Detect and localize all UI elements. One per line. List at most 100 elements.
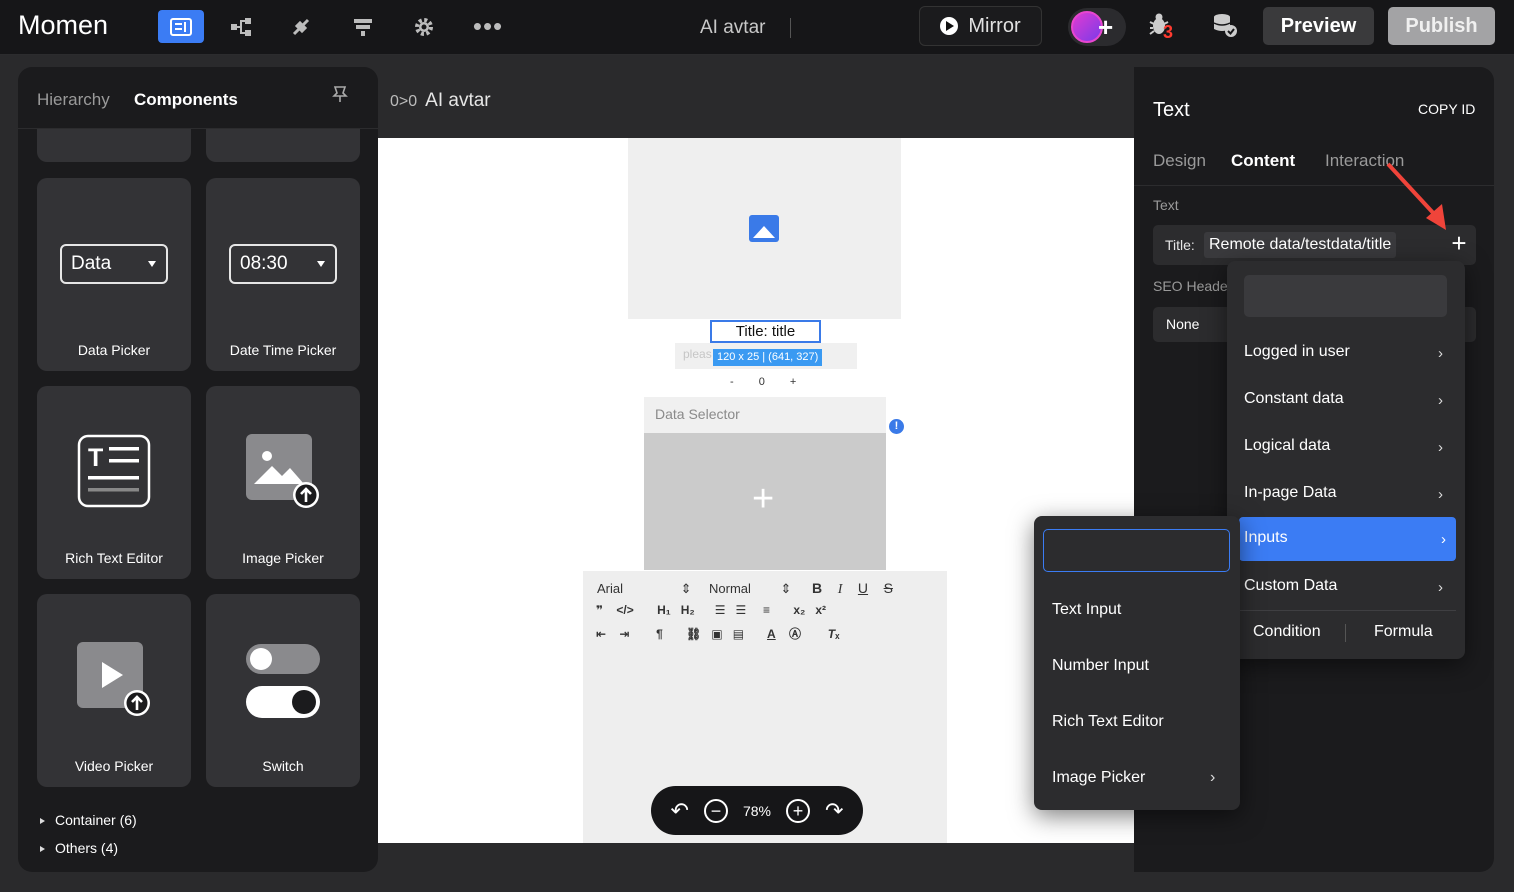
code-icon[interactable]: </> xyxy=(616,603,633,617)
layers-icon[interactable] xyxy=(340,10,386,43)
plus-icon: + xyxy=(752,478,775,520)
stepper-plus[interactable]: + xyxy=(790,376,796,388)
panel-tabs: Hierarchy Components xyxy=(18,67,378,129)
switch-icon xyxy=(246,644,320,718)
video-icon[interactable]: ▤ xyxy=(733,627,744,641)
settings-icon[interactable] xyxy=(401,10,447,43)
selected-title-text[interactable]: Title: title xyxy=(710,320,821,343)
tab-components[interactable]: Components xyxy=(134,90,238,110)
rte-toolbar-row-3: ⇤ ⇥ ¶ ⛓ ▣ ▤ A Ⓐ Tₓ xyxy=(596,625,839,642)
title-binding-chip[interactable]: Remote data/testdata/title xyxy=(1204,232,1397,258)
font-select[interactable]: Arial ⇕ xyxy=(597,581,692,597)
superscript-icon[interactable]: x² xyxy=(815,603,826,617)
play-icon xyxy=(940,17,959,35)
image-component[interactable] xyxy=(628,138,901,319)
quote-icon[interactable]: ❞ xyxy=(596,603,603,617)
subscript-icon[interactable]: x₂ xyxy=(793,603,805,617)
strikethrough-icon[interactable]: S xyxy=(884,580,893,596)
database-check-icon[interactable] xyxy=(1212,12,1238,44)
rtl-icon[interactable]: ¶ xyxy=(656,627,663,641)
info-icon[interactable]: ! xyxy=(889,419,904,434)
tab-hierarchy[interactable]: Hierarchy xyxy=(37,90,110,110)
share-tree-icon[interactable] xyxy=(218,10,264,43)
formula-button[interactable]: Formula xyxy=(1374,623,1433,641)
caret-right-icon xyxy=(40,846,45,853)
rich-text-icon: T xyxy=(77,434,151,508)
link-icon[interactable]: ⛓ xyxy=(686,627,701,641)
size-select[interactable]: Normal ⇕ xyxy=(709,581,791,597)
image-upload-icon xyxy=(246,434,320,508)
chevron-right-icon: › xyxy=(1438,486,1443,503)
italic-icon[interactable]: I xyxy=(838,582,843,597)
outdent-icon[interactable]: ⇤ xyxy=(596,627,606,641)
plugin-icon[interactable] xyxy=(278,10,324,43)
component-card-partial[interactable] xyxy=(206,129,360,162)
momen-logo[interactable]: Momen xyxy=(18,8,108,42)
copy-id-button[interactable]: COPY ID xyxy=(1418,101,1475,117)
font-select-value: Arial xyxy=(597,581,624,596)
component-label: Date Time Picker xyxy=(229,342,337,358)
undo-icon[interactable]: ↶ xyxy=(671,798,689,824)
data-selector-component[interactable]: Data Selector xyxy=(644,397,886,433)
document-title[interactable]: AI avtar xyxy=(700,17,765,39)
tab-content[interactable]: Content xyxy=(1231,151,1295,171)
design-canvas[interactable]: pleas Title: title 120 x 25 | (641, 327)… xyxy=(378,138,1134,843)
indent-icon[interactable]: ⇥ xyxy=(619,627,629,641)
caret-right-icon xyxy=(40,818,45,825)
component-date-time-picker[interactable]: 08:30 Date Time Picker xyxy=(206,178,360,371)
component-image-picker[interactable]: Image Picker xyxy=(206,386,360,579)
component-card-partial[interactable] xyxy=(37,129,191,162)
zoom-out-icon[interactable]: − xyxy=(703,798,728,823)
components-panel: Hierarchy Components Data Data Picker 08… xyxy=(18,67,378,872)
bold-icon[interactable]: B xyxy=(812,580,822,596)
heading2-icon[interactable]: H₂ xyxy=(681,603,695,617)
add-collaborator-icon[interactable]: + xyxy=(1098,12,1113,43)
component-video-picker[interactable]: Video Picker xyxy=(37,594,191,787)
menu-item-inputs[interactable]: Inputs › xyxy=(1239,517,1456,561)
menu-item-logged-in-user[interactable]: Logged in user › xyxy=(1227,331,1465,375)
preview-button[interactable]: Preview xyxy=(1263,7,1374,45)
submenu-item-text-input[interactable]: Text Input xyxy=(1052,601,1121,619)
zoom-in-icon[interactable]: + xyxy=(786,798,811,823)
menu-item-in-page-data[interactable]: In-page Data › xyxy=(1227,472,1465,516)
menu-item-constant-data[interactable]: Constant data › xyxy=(1227,378,1465,422)
menu-item-custom-data[interactable]: Custom Data › xyxy=(1227,565,1465,609)
pin-icon[interactable] xyxy=(332,85,348,108)
data-picker-preview: Data xyxy=(60,244,168,284)
updown-icon: ⇕ xyxy=(780,581,792,596)
submenu-item-image-picker[interactable]: Image Picker xyxy=(1052,769,1145,787)
mirror-button[interactable]: Mirror xyxy=(919,6,1042,46)
chevron-right-icon: › xyxy=(1441,531,1446,548)
image-icon[interactable]: ▣ xyxy=(711,627,722,641)
stepper-minus[interactable]: - xyxy=(730,376,734,388)
tree-group-container[interactable]: Container (6) xyxy=(40,812,137,828)
submenu-item-rich-text-editor[interactable]: Rich Text Editor xyxy=(1052,713,1164,731)
heading1-icon[interactable]: H₁ xyxy=(657,603,671,617)
menu-item-label: Logged in user xyxy=(1244,343,1350,360)
component-rich-text-editor[interactable]: T Rich Text Editor xyxy=(37,386,191,579)
menu-item-logical-data[interactable]: Logical data › xyxy=(1227,425,1465,469)
component-data-picker[interactable]: Data Data Picker xyxy=(37,178,191,371)
publish-button[interactable]: Publish xyxy=(1388,7,1495,45)
tree-group-others[interactable]: Others (4) xyxy=(40,840,118,856)
image-upload-area[interactable]: + xyxy=(644,433,886,570)
inputs-search-input[interactable] xyxy=(1043,529,1230,572)
text-color-icon[interactable]: A xyxy=(767,627,776,641)
clear-format-icon[interactable]: Tₓ xyxy=(828,627,840,641)
bullet-list-icon[interactable]: ☰ xyxy=(736,603,747,617)
align-icon[interactable]: ≡ xyxy=(763,603,770,617)
logo-text: Momen xyxy=(18,10,109,40)
add-binding-button[interactable]: + xyxy=(1446,230,1472,257)
more-icon[interactable]: ••• xyxy=(465,10,511,43)
ordered-list-icon[interactable]: ☰ xyxy=(715,603,726,617)
underline-icon[interactable]: U xyxy=(858,580,868,596)
data-source-search-input[interactable] xyxy=(1244,275,1447,317)
tab-design[interactable]: Design xyxy=(1153,151,1206,171)
submenu-item-number-input[interactable]: Number Input xyxy=(1052,657,1149,675)
redo-icon[interactable]: ↷ xyxy=(825,798,843,824)
condition-button[interactable]: Condition xyxy=(1253,623,1321,641)
background-color-icon[interactable]: Ⓐ xyxy=(789,627,801,641)
pages-icon[interactable] xyxy=(158,10,204,43)
component-switch[interactable]: Switch xyxy=(206,594,360,787)
number-stepper[interactable]: - 0 + xyxy=(730,376,796,388)
